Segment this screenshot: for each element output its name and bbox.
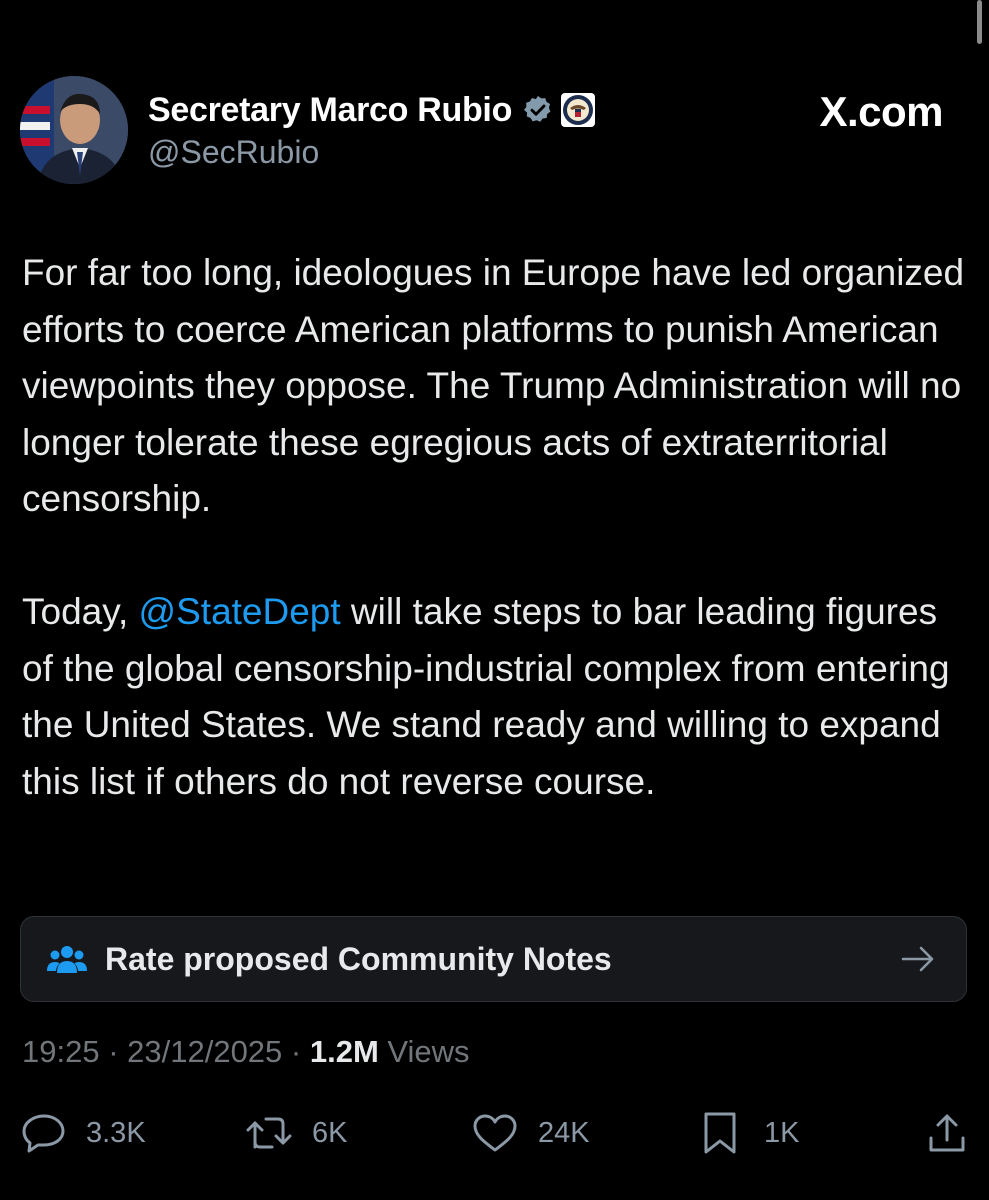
watermark: X.com bbox=[819, 88, 943, 135]
community-notes-button[interactable]: Rate proposed Community Notes bbox=[20, 916, 967, 1002]
heart-icon bbox=[472, 1113, 518, 1153]
handle[interactable]: @SecRubio bbox=[148, 134, 596, 171]
scrollbar[interactable] bbox=[977, 0, 982, 44]
bookmark-count: 1K bbox=[764, 1116, 800, 1149]
avatar[interactable] bbox=[20, 76, 128, 184]
mention-link[interactable]: @StateDept bbox=[139, 591, 341, 632]
views-count: 1.2M bbox=[309, 1034, 379, 1069]
views-label: Views bbox=[378, 1034, 470, 1069]
bookmark-button[interactable]: 1K bbox=[702, 1108, 799, 1158]
meta-separator: · bbox=[99, 1034, 128, 1069]
tweet-paragraph-2-start: Today, bbox=[22, 591, 139, 632]
tweet-paragraph-1: For far too long, ideologues in Europe h… bbox=[22, 252, 965, 519]
arrow-right-icon bbox=[900, 944, 936, 974]
tweet-meta: 19:25 · 23/12/2025 · 1.2M Views bbox=[22, 1034, 470, 1070]
tweet-paragraph-2: Today, @StateDept will take steps to bar… bbox=[22, 584, 967, 810]
action-bar: 3.3K 6K 24K 1K bbox=[20, 1108, 969, 1158]
repost-icon bbox=[244, 1113, 294, 1153]
repost-count: 6K bbox=[312, 1116, 348, 1149]
verified-badge-icon[interactable] bbox=[522, 94, 554, 126]
like-count: 24K bbox=[538, 1116, 590, 1149]
state-department-seal-icon[interactable] bbox=[560, 92, 596, 128]
like-button[interactable]: 24K bbox=[472, 1108, 590, 1158]
reply-count: 3.3K bbox=[86, 1116, 146, 1149]
people-icon bbox=[47, 943, 87, 977]
share-button[interactable] bbox=[928, 1108, 966, 1158]
reply-icon bbox=[22, 1112, 66, 1154]
reply-button[interactable]: 3.3K bbox=[22, 1108, 146, 1158]
community-notes-label: Rate proposed Community Notes bbox=[105, 941, 612, 977]
tweet-date[interactable]: 23/12/2025 bbox=[127, 1034, 282, 1069]
tweet-text: For far too long, ideologues in Europe h… bbox=[22, 245, 967, 810]
display-name[interactable]: Secretary Marco Rubio bbox=[148, 91, 512, 130]
bookmark-icon bbox=[702, 1111, 738, 1155]
tweet-time[interactable]: 19:25 bbox=[22, 1034, 100, 1069]
repost-button[interactable]: 6K bbox=[244, 1108, 347, 1158]
share-icon bbox=[928, 1112, 966, 1154]
tweet-header: Secretary Marco Rubio @SecRubio X.com bbox=[20, 76, 969, 188]
meta-separator: · bbox=[282, 1034, 310, 1069]
